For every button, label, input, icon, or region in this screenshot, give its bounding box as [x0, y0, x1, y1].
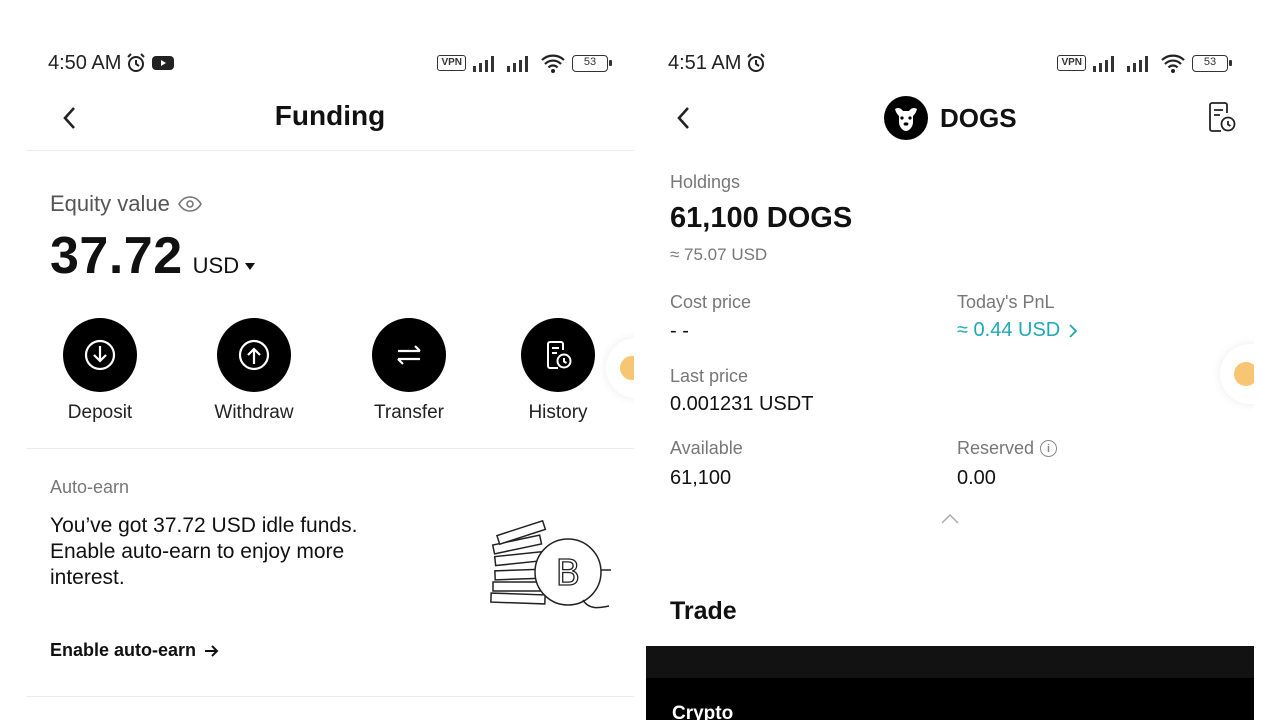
last-price-value: 0.001231 USDT: [670, 393, 814, 415]
battery-indicator: 53: [572, 54, 612, 72]
enable-auto-earn-label: Enable auto-earn: [50, 640, 197, 660]
auto-earn-description: You’ve got 37.72 USD idle funds. Enable …: [50, 514, 358, 589]
action-bar: Deposit Withdraw Transfer History: [26, 318, 634, 428]
page-title: Funding: [274, 100, 386, 131]
header-divider: [26, 150, 634, 151]
chevron-up-icon[interactable]: [940, 512, 960, 526]
chevron-right-icon: [1069, 323, 1078, 338]
transfer-label: Transfer: [373, 402, 445, 423]
alarm-icon: [127, 53, 146, 72]
enable-auto-earn-link[interactable]: Enable auto-earn: [50, 640, 220, 661]
signal-icon-2: [507, 56, 528, 72]
available-label: Available: [670, 438, 743, 458]
transfer-icon: [397, 345, 421, 365]
wifi-icon: [1161, 54, 1185, 73]
signal-icon: [1093, 56, 1114, 72]
caret-down-icon: [245, 262, 256, 270]
equity-label: Equity value: [50, 191, 170, 216]
bitcoin-coins-illustration: B: [490, 519, 611, 609]
arrow-right-icon: [205, 644, 219, 657]
trade-panel: Crypto: [646, 646, 1254, 720]
info-icon[interactable]: i: [1040, 440, 1058, 457]
trade-tabs-strip: [646, 646, 1254, 678]
cost-price-label: Cost price: [670, 292, 752, 312]
history-label: History: [528, 402, 588, 423]
history-icon: [547, 341, 572, 369]
status-bar: 4:50 AM VPN 53: [48, 50, 612, 76]
cost-price-value: - -: [670, 320, 689, 342]
transfer-button[interactable]: Transfer: [349, 318, 469, 424]
svg-text:B: B: [556, 553, 581, 594]
reserved-value: 0.00: [957, 467, 996, 489]
deposit-label: Deposit: [67, 402, 133, 423]
trade-section-title: Trade: [670, 597, 737, 625]
deposit-button[interactable]: Deposit: [40, 318, 160, 424]
section-divider: [26, 448, 634, 449]
deposit-icon: [84, 339, 116, 371]
todays-pnl-link[interactable]: ≈ 0.44 USD: [957, 319, 1078, 342]
holdings-value: 61,100 DOGS: [670, 202, 853, 234]
holdings-approx-usd: ≈ 75.07 USD: [670, 245, 768, 264]
crypto-label: Crypto: [672, 703, 734, 720]
eye-icon[interactable]: [177, 195, 202, 213]
holdings-label: Holdings: [670, 172, 741, 192]
status-time: 4:51 AM: [668, 51, 742, 74]
todays-pnl-value: ≈ 0.44 USD: [957, 319, 1061, 341]
funding-screen: 4:50 AM VPN 53 Funding Equity value 37.7…: [26, 0, 634, 720]
battery-indicator: 53: [1192, 54, 1232, 72]
auto-earn-label: Auto-earn: [50, 477, 130, 497]
transaction-history-icon[interactable]: [1206, 100, 1238, 134]
equity-value: 37.72: [50, 227, 183, 285]
youtube-icon: [152, 56, 175, 70]
currency-label: USD: [192, 253, 240, 278]
dogs-logo-icon: [884, 96, 928, 140]
signal-icon-2: [1127, 56, 1148, 72]
back-arrow-icon[interactable]: [672, 102, 696, 134]
currency-selector[interactable]: USD: [192, 253, 256, 279]
bottom-divider: [26, 696, 634, 697]
last-price-label: Last price: [670, 366, 749, 386]
alarm-icon: [747, 53, 766, 72]
status-bar: 4:51 AM VPN 53: [668, 50, 1232, 76]
wifi-icon: [541, 54, 565, 73]
todays-pnl-label: Today's PnL: [957, 292, 1055, 312]
signal-icon: [473, 56, 494, 72]
reserved-label: Reserved: [957, 438, 1035, 458]
vpn-badge: VPN: [1057, 55, 1086, 71]
withdraw-button[interactable]: Withdraw: [194, 318, 314, 424]
history-button[interactable]: History: [498, 318, 618, 424]
floating-coin-button[interactable]: [1220, 344, 1254, 404]
withdraw-label: Withdraw: [214, 402, 294, 423]
status-time: 4:50 AM: [48, 51, 122, 74]
available-value: 61,100: [670, 467, 732, 489]
withdraw-icon: [238, 339, 270, 371]
asset-header: DOGS: [884, 96, 1017, 140]
vpn-badge: VPN: [437, 55, 466, 71]
dogs-asset-screen: 4:51 AM VPN 53 DOGS Holdings 61,100 DOGS…: [646, 0, 1254, 720]
asset-title: DOGS: [940, 102, 1017, 133]
